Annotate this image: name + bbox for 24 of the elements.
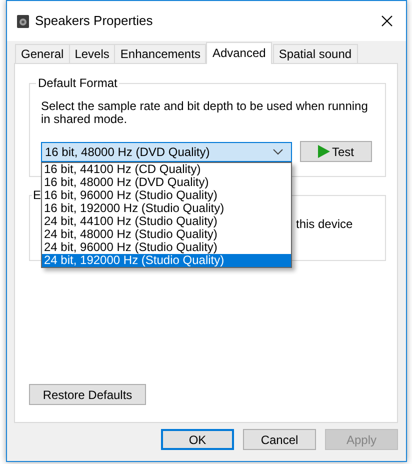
dropdown-option[interactable]: 24 bit, 44100 Hz (Studio Quality): [42, 214, 291, 228]
chevron-icon: [273, 148, 283, 154]
tab[interactable]: Spatial sound: [272, 44, 358, 63]
group-text: this device: [296, 216, 353, 233]
description-text: Select the sample rate and bit depth to be used when running in shared mode.: [41, 100, 369, 126]
dialog-button[interactable]: Cancel: [243, 429, 316, 450]
speaker-icon: [17, 14, 29, 28]
dropdown-option[interactable]: 24 bit, 96000 Hz (Studio Quality): [42, 240, 291, 254]
tab[interactable]: Advanced: [206, 42, 272, 64]
dropdown-option[interactable]: 16 bit, 44100 Hz (CD Quality): [42, 162, 291, 176]
dialog-button[interactable]: OK: [161, 429, 234, 450]
tab[interactable]: Enhancements: [114, 44, 206, 63]
dropdown-option[interactable]: 16 bit, 48000 Hz (DVD Quality): [42, 176, 291, 188]
dropdown-option[interactable]: 24 bit, 192000 Hz (Studio Quality): [42, 254, 291, 266]
dialog-button: Apply: [325, 429, 398, 450]
dropdown-option[interactable]: 16 bit, 96000 Hz (Studio Quality): [42, 188, 291, 202]
tab[interactable]: General: [15, 44, 70, 63]
restore-defaults-button[interactable]: Restore Defaults: [29, 384, 146, 405]
play-icon: [318, 145, 330, 158]
test-button[interactable]: Test: [300, 141, 372, 162]
close-icon: [381, 15, 393, 27]
dropdown-option[interactable]: 16 bit, 192000 Hz (Studio Quality): [42, 202, 291, 214]
window-title: Speakers Properties: [35, 12, 153, 30]
dropdown-option[interactable]: 24 bit, 48000 Hz (Studio Quality): [42, 228, 291, 240]
